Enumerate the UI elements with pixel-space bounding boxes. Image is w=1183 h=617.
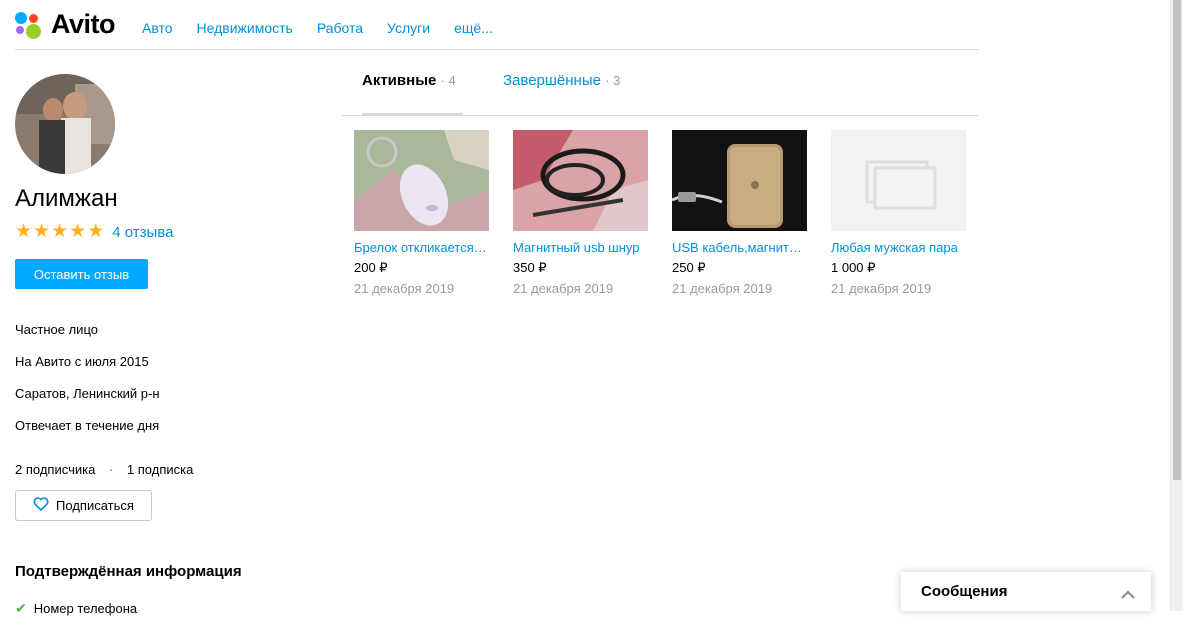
tab-completed[interactable]: Завершённые · 3 [503,72,620,89]
star-icon: ★ [87,221,105,242]
check-icon: ✔ [15,600,27,616]
item-photo[interactable] [354,130,489,231]
tab-active-label: Активные [362,72,437,89]
tab-completed-label: Завершённые [503,72,601,89]
listing-item[interactable]: Любая мужская пара 1 000 ₽ 21 декабря 20… [831,130,966,296]
messages-title: Сообщения [921,583,1008,600]
listing-item[interactable]: Магнитный usb шнур 350 ₽ 21 декабря 2019 [513,130,648,296]
nav-link-services[interactable]: Услуги [387,20,430,36]
seller-type: Частное лицо [15,322,98,337]
subscribers-link[interactable]: 2 подписчика [15,462,95,477]
verified-item: ✔ Номер телефона [15,600,137,617]
page-scrollbar[interactable] [1170,0,1183,611]
avatar [15,74,115,174]
item-date: 21 декабря 2019 [672,281,773,296]
chevron-up-icon[interactable] [1121,586,1135,604]
item-price: 200 ₽ [354,260,388,275]
verified-item-label: Номер телефона [33,601,138,616]
profile-name: Алимжан [15,185,118,212]
site-header: Avito Авто Недвижимость Работа Услуги ещ… [15,0,979,50]
star-icon: ★ [69,221,87,242]
star-icon: ★ [15,221,33,242]
item-title[interactable]: Магнитный usb шнур [513,240,648,255]
item-photo[interactable] [672,130,807,231]
listing-tabs: Активные · 4 Завершённые · 3 [342,50,978,116]
item-title[interactable]: USB кабель,магнитный [672,240,807,255]
item-date: 21 декабря 2019 [513,281,614,296]
separator: · [108,462,114,477]
nav-link-realty[interactable]: Недвижимость [197,20,293,36]
item-photo[interactable] [513,130,648,231]
tab-active-count: · 4 [440,73,456,88]
item-price: 1 000 ₽ [831,260,876,275]
item-date: 21 декабря 2019 [354,281,455,296]
tab-active[interactable]: Активные · 4 [362,72,456,89]
star-icon: ★ [33,221,51,242]
subscriptions-link[interactable]: 1 подписка [127,462,193,477]
avito-logo[interactable]: Avito [15,9,116,40]
logo-text: Avito [51,9,116,39]
item-title[interactable]: Брелок откликается на свист [354,240,489,255]
reviews-link[interactable]: 4 отзыва [112,224,173,241]
member-since: На Авито с июля 2015 [15,354,149,369]
messages-widget[interactable]: Сообщения [901,572,1151,611]
item-price: 350 ₽ [513,260,547,275]
tab-active-underline [362,113,463,116]
subscriptions-info: 2 подписчика · 1 подписка [15,462,193,477]
subscribe-label: Подписаться [56,498,134,513]
rating-stars: ★ ★ ★ ★ ★ [15,222,104,242]
star-icon: ★ [51,221,69,242]
scrollbar-thumb[interactable] [1173,0,1181,480]
listing-item[interactable]: USB кабель,магнитный 250 ₽ 21 декабря 20… [672,130,807,296]
nav-link-more[interactable]: ещё... [454,20,493,36]
item-price: 250 ₽ [672,260,706,275]
tab-completed-count: · 3 [605,73,621,88]
leave-review-button[interactable]: Оставить отзыв [15,259,148,289]
item-date: 21 декабря 2019 [831,281,932,296]
rating: ★ ★ ★ ★ ★ 4 отзыва [15,222,173,242]
main-nav: Авто Недвижимость Работа Услуги ещё... [142,20,493,36]
nav-link-auto[interactable]: Авто [142,20,173,36]
item-title[interactable]: Любая мужская пара [831,240,966,255]
location: Саратов, Ленинский р-н [15,386,160,401]
subscribe-button[interactable]: Подписаться [15,490,152,521]
verified-info-title: Подтверждённая информация [15,563,242,580]
heart-icon [33,497,49,514]
logo-dots-icon [15,10,45,40]
nav-link-jobs[interactable]: Работа [317,20,363,36]
listing-item[interactable]: Брелок откликается на свист 200 ₽ 21 дек… [354,130,489,296]
item-photo-placeholder[interactable] [831,130,966,231]
response-time: Отвечает в течение дня [15,418,160,433]
